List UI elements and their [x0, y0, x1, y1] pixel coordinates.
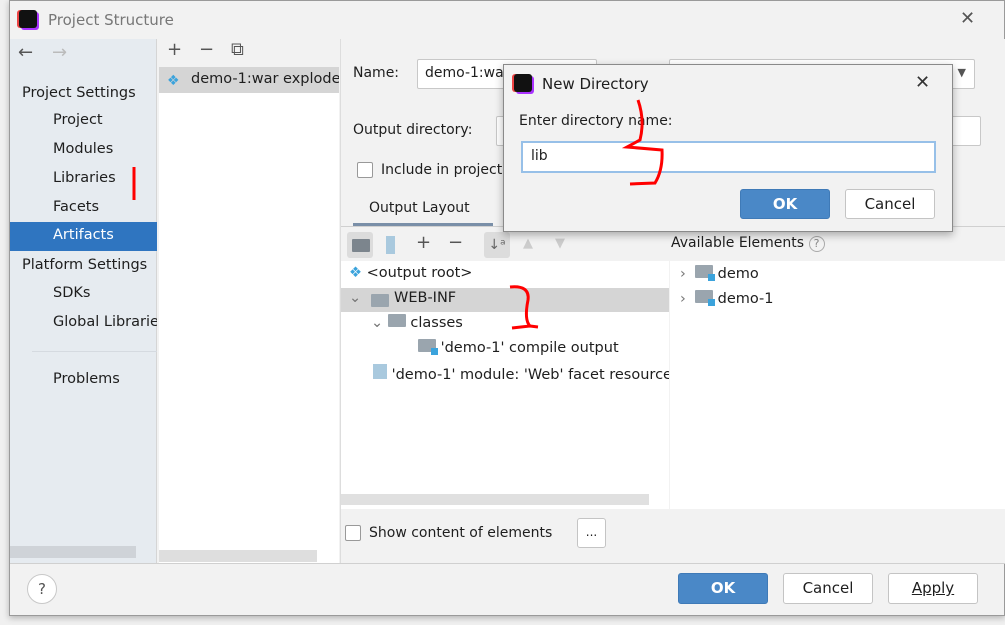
annotation-mark-3 — [621, 99, 664, 186]
annotation-mark-2 — [509, 285, 539, 330]
red-annotation-marks — [132, 99, 664, 330]
